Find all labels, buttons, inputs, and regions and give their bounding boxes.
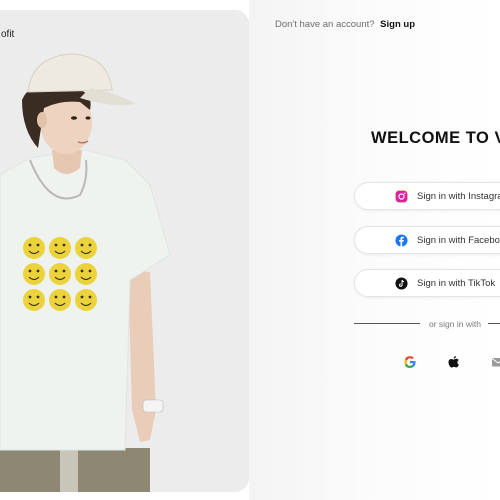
welcome-title: WELCOME TO VO xyxy=(371,129,500,147)
email-icon[interactable] xyxy=(491,355,500,369)
facebook-icon xyxy=(395,234,408,247)
hero-image: ofit xyxy=(0,10,249,492)
alt-signin-label: or sign in with xyxy=(429,319,481,329)
facebook-signin-button[interactable]: Sign in with Facebook xyxy=(354,226,500,254)
brand-logo-text: ofit xyxy=(1,29,15,40)
facebook-signin-label: Sign in with Facebook xyxy=(417,235,500,246)
tiktok-signin-button[interactable]: Sign in with TikTok xyxy=(354,269,500,297)
google-icon[interactable] xyxy=(403,355,417,369)
smiley-print xyxy=(23,237,97,311)
signup-link[interactable]: Sign up xyxy=(380,19,415,30)
signup-prompt-text: Don't have an account? xyxy=(275,19,375,30)
tiktok-signin-label: Sign in with TikTok xyxy=(417,278,496,289)
model-illustration xyxy=(0,10,249,492)
divider-left xyxy=(354,323,420,324)
instagram-signin-label: Sign in with Instagram xyxy=(417,191,500,202)
signup-prompt: Don't have an account? Sign up xyxy=(275,19,415,30)
instagram-signin-button[interactable]: Sign in with Instagram xyxy=(354,182,500,210)
apple-icon[interactable] xyxy=(447,355,461,369)
tiktok-icon xyxy=(395,277,408,290)
instagram-icon xyxy=(395,190,408,203)
divider-right xyxy=(488,323,500,324)
